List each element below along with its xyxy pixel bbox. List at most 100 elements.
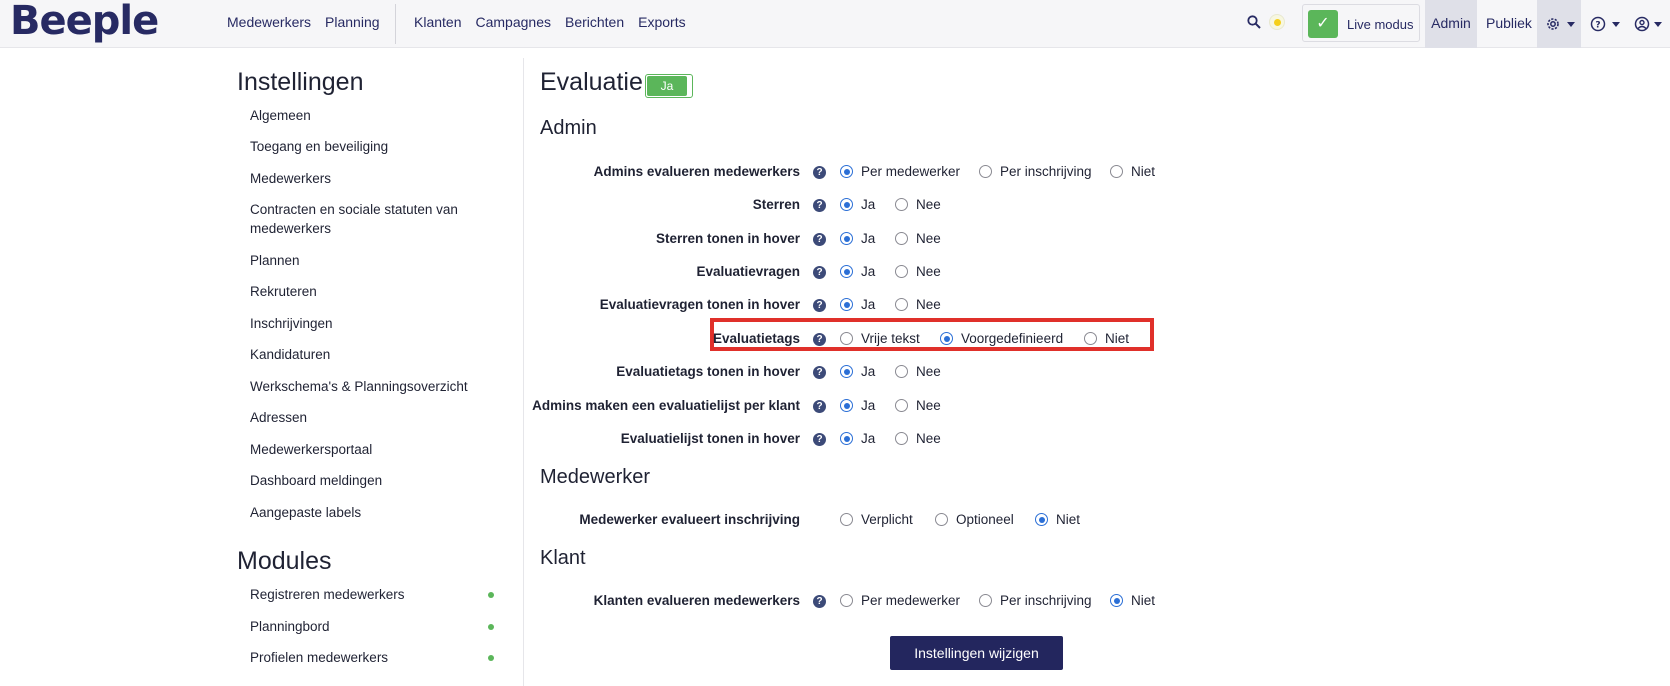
sidebar-item-werkschemas[interactable]: Werkschema's & Planningsoverzicht — [250, 377, 490, 396]
sun-icon[interactable] — [1269, 14, 1285, 30]
radio-option[interactable]: Nee — [895, 231, 941, 246]
radio-option[interactable]: Ja — [840, 231, 875, 246]
help-circle-icon[interactable]: ? — [813, 366, 826, 379]
help-circle-icon[interactable]: ? — [813, 433, 826, 446]
sidebar-item-algemeen[interactable]: Algemeen — [250, 106, 490, 125]
help-circle-icon[interactable]: ? — [813, 233, 826, 246]
radio-button[interactable] — [935, 513, 948, 526]
nav-campagnes[interactable]: Campagnes — [475, 14, 551, 30]
help-circle-icon[interactable]: ? — [813, 400, 826, 413]
radio-option[interactable]: Nee — [895, 431, 941, 446]
radio-option[interactable]: Per inschrijving — [979, 593, 1092, 608]
radio-option[interactable]: Voorgedefinieerd — [940, 331, 1063, 346]
sidebar-item-adressen[interactable]: Adressen — [250, 408, 490, 427]
help-circle-icon[interactable]: ? — [813, 199, 826, 212]
radio-button[interactable] — [895, 265, 908, 278]
help-circle-icon: ? — [1590, 16, 1606, 32]
radio-button[interactable] — [895, 399, 908, 412]
sidebar-item-rekruteren[interactable]: Rekruteren — [250, 282, 490, 301]
sidebar-item-toegang[interactable]: Toegang en beveiliging — [250, 137, 490, 156]
radio-button[interactable] — [840, 594, 853, 607]
radio-option[interactable]: Ja — [840, 364, 875, 379]
radio-option-label: Niet — [1131, 164, 1156, 179]
radio-button[interactable] — [895, 298, 908, 311]
sidebar-item-medewerkers[interactable]: Medewerkers — [250, 169, 490, 188]
evaluatie-toggle[interactable]: Ja — [645, 74, 693, 98]
radio-button[interactable] — [840, 332, 853, 345]
publiek-tab[interactable]: Publiek — [1486, 15, 1532, 31]
help-circle-icon[interactable]: ? — [813, 299, 826, 312]
help-circle-icon[interactable]: ? — [813, 166, 826, 179]
sidebar-item-plannen[interactable]: Plannen — [250, 251, 490, 270]
user-menu-button[interactable] — [1632, 0, 1666, 48]
sidebar-item-contracten[interactable]: Contracten en sociale statuten van medew… — [250, 200, 490, 238]
nav-medewerkers[interactable]: Medewerkers — [227, 14, 311, 30]
radio-button[interactable] — [840, 365, 853, 378]
radio-button[interactable] — [840, 513, 853, 526]
radio-button[interactable] — [895, 232, 908, 245]
radio-option[interactable]: Niet — [1084, 331, 1129, 346]
radio-option[interactable]: Niet — [1110, 164, 1155, 179]
live-mode-toggle[interactable]: ✓ Live modus — [1302, 4, 1420, 42]
radio-button[interactable] — [840, 165, 853, 178]
radio-button[interactable] — [840, 399, 853, 412]
radio-button[interactable] — [1110, 594, 1123, 607]
radio-button[interactable] — [840, 432, 853, 445]
nav-berichten[interactable]: Berichten — [565, 14, 624, 30]
search-icon[interactable] — [1247, 15, 1261, 29]
sidebar-item-inschrijvingen[interactable]: Inschrijvingen — [250, 314, 490, 333]
gear-icon — [1547, 18, 1559, 30]
radio-option[interactable]: Verplicht — [840, 512, 913, 527]
radio-button[interactable] — [840, 232, 853, 245]
radio-button[interactable] — [940, 332, 953, 345]
module-item-planningbord[interactable]: Planningbord — [250, 617, 490, 636]
nav-exports[interactable]: Exports — [638, 14, 685, 30]
radio-option[interactable]: Per inschrijving — [979, 164, 1092, 179]
radio-button[interactable] — [895, 432, 908, 445]
sidebar-item-aangepaste-labels[interactable]: Aangepaste labels — [250, 503, 490, 522]
admin-tab[interactable]: Admin — [1425, 0, 1477, 48]
radio-button[interactable] — [1084, 332, 1097, 345]
help-menu-button[interactable]: ? — [1588, 0, 1622, 48]
nav-planning[interactable]: Planning — [325, 14, 380, 30]
radio-button[interactable] — [840, 298, 853, 311]
radio-option[interactable]: Nee — [895, 398, 941, 413]
radio-button[interactable] — [979, 594, 992, 607]
radio-option[interactable]: Niet — [1110, 593, 1155, 608]
radio-option[interactable]: Ja — [840, 398, 875, 413]
radio-button[interactable] — [895, 198, 908, 211]
nav-klanten[interactable]: Klanten — [414, 14, 461, 30]
module-item-profielen[interactable]: Profielen medewerkers — [250, 648, 490, 667]
radio-option[interactable]: Per medewerker — [840, 164, 960, 179]
radio-button[interactable] — [1110, 165, 1123, 178]
radio-option[interactable]: Ja — [840, 431, 875, 446]
radio-button[interactable] — [1035, 513, 1048, 526]
radio-option[interactable]: Vrije tekst — [840, 331, 920, 346]
sidebar-item-kandidaturen[interactable]: Kandidaturen — [250, 345, 490, 364]
radio-option[interactable]: Nee — [895, 197, 941, 212]
radio-option[interactable]: Nee — [895, 297, 941, 312]
radio-option[interactable]: Nee — [895, 364, 941, 379]
radio-option[interactable]: Ja — [840, 264, 875, 279]
radio-button[interactable] — [895, 365, 908, 378]
radio-option[interactable]: Per medewerker — [840, 593, 960, 608]
radio-option[interactable]: Nee — [895, 264, 941, 279]
radio-button[interactable] — [840, 265, 853, 278]
help-circle-icon[interactable]: ? — [813, 266, 826, 279]
module-item-registreren[interactable]: Registreren medewerkers — [250, 585, 490, 604]
chevron-down-icon — [1567, 22, 1575, 27]
sidebar-item-medewerkersportaal[interactable]: Medewerkersportaal — [250, 440, 490, 459]
help-circle-icon[interactable]: ? — [813, 333, 826, 346]
submit-settings-button[interactable]: Instellingen wijzigen — [890, 636, 1063, 670]
radio-button[interactable] — [979, 165, 992, 178]
radio-option[interactable]: Niet — [1035, 512, 1080, 527]
radio-button[interactable] — [840, 198, 853, 211]
beeple-logo[interactable]: Beeple — [10, 0, 159, 44]
sidebar-item-dashboard-meldingen[interactable]: Dashboard meldingen — [250, 471, 490, 490]
help-circle-icon[interactable]: ? — [813, 595, 826, 608]
radio-option[interactable]: Ja — [840, 297, 875, 312]
top-navigation-bar: Beeple Medewerkers Planning Klanten Camp… — [0, 0, 1670, 48]
settings-menu-button[interactable] — [1537, 0, 1581, 48]
radio-option[interactable]: Optioneel — [935, 512, 1014, 527]
radio-option[interactable]: Ja — [840, 197, 875, 212]
